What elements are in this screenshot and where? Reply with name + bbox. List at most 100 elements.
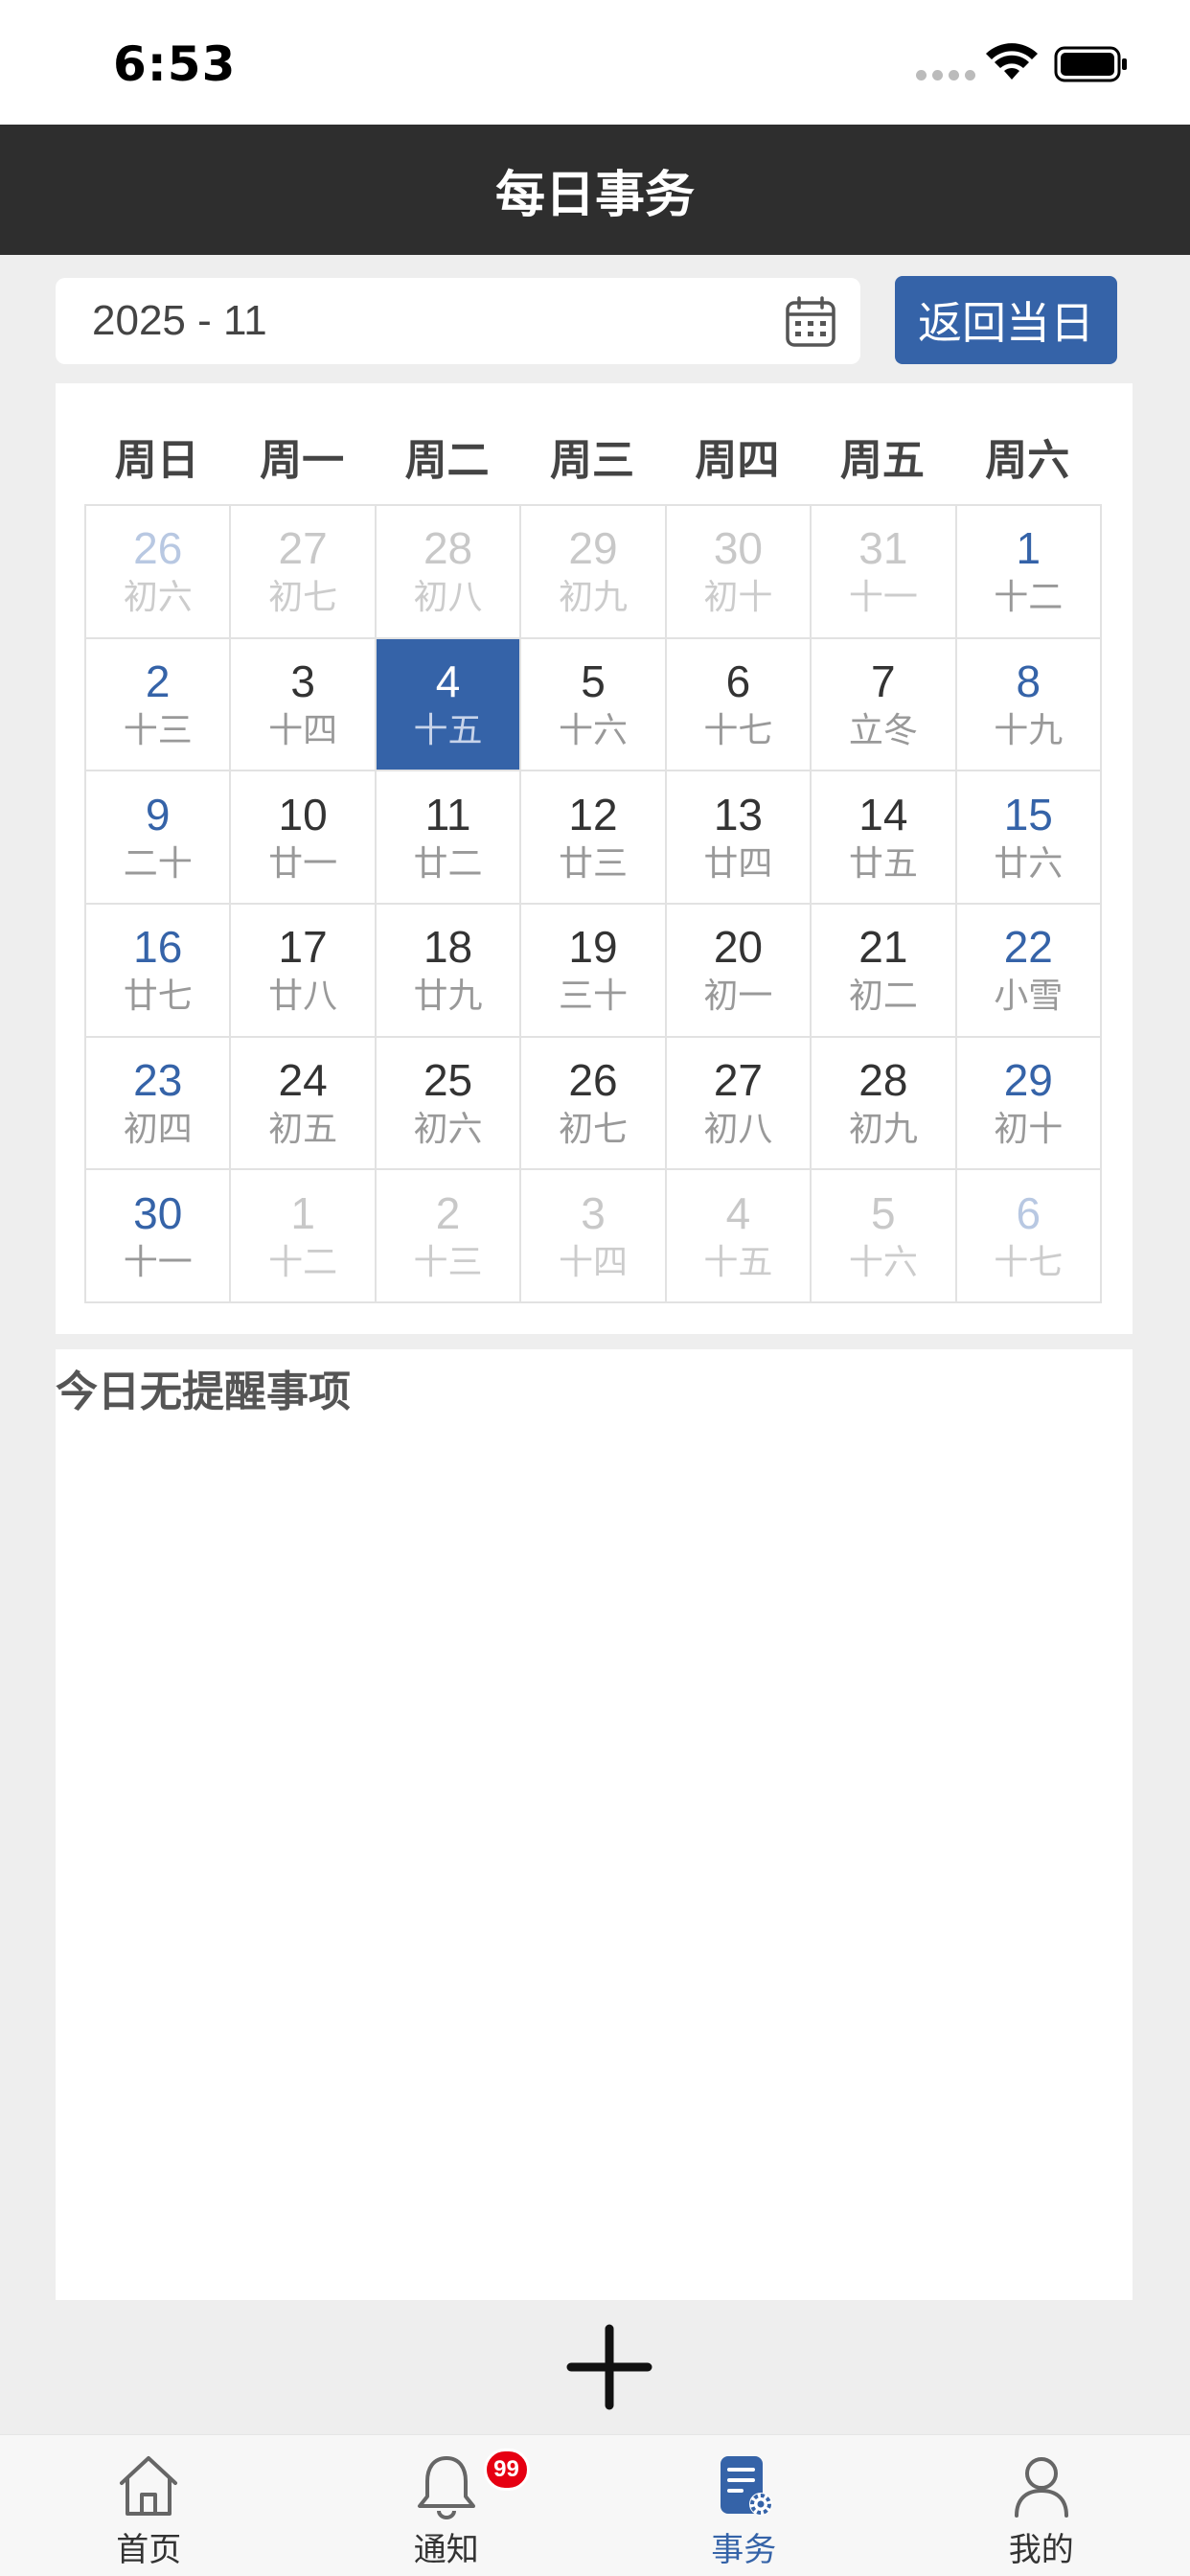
calendar-day[interactable]: 25 初六 <box>376 1037 522 1171</box>
calendar-day[interactable]: 11 廿二 <box>376 771 522 905</box>
day-number: 4 <box>725 1187 751 1238</box>
tab-profile[interactable]: 我的 <box>893 2435 1190 2576</box>
reminder-list: 今日无提醒事项 <box>56 1349 1133 2300</box>
notification-badge: 99 <box>483 2449 530 2491</box>
day-number: 16 <box>133 922 183 973</box>
lunar-date: 初十 <box>703 578 773 618</box>
home-icon <box>120 2456 178 2516</box>
day-number: 7 <box>871 656 896 706</box>
lunar-date: 十九 <box>994 710 1064 750</box>
calendar-day[interactable]: 21 初二 <box>812 905 957 1038</box>
calendar-day[interactable]: 17 廿八 <box>231 905 377 1038</box>
day-number: 30 <box>133 1187 183 1238</box>
calendar: 周日 周一 周二 周三 周四 周五 周六 26 初六 27 初七 28 初八 29 初九 30 初… <box>56 383 1133 1334</box>
day-number: 13 <box>713 789 763 840</box>
day-number: 28 <box>423 523 473 574</box>
calendar-day[interactable]: 3 十四 <box>521 1170 667 1303</box>
back-to-today-button[interactable]: 返回当日 <box>895 276 1117 364</box>
day-number: 6 <box>725 656 751 706</box>
calendar-day[interactable]: 16 廿七 <box>86 905 232 1038</box>
calendar-day[interactable]: 1 十二 <box>956 506 1102 639</box>
calendar-day[interactable]: 30 初十 <box>666 506 812 639</box>
day-number: 22 <box>1003 922 1053 973</box>
day-number: 26 <box>133 523 183 574</box>
calendar-day[interactable]: 15 廿六 <box>956 771 1102 905</box>
page-title: 每日事务 <box>494 166 695 224</box>
day-number: 30 <box>713 523 763 574</box>
calendar-day[interactable]: 6 十七 <box>666 638 812 772</box>
weekday-label: 周二 <box>404 436 490 485</box>
calendar-icon[interactable] <box>784 295 837 349</box>
calendar-day[interactable]: 27 初七 <box>231 506 377 639</box>
calendar-day[interactable]: 20 初一 <box>666 905 812 1038</box>
calendar-day[interactable]: 12 廿三 <box>521 771 667 905</box>
status-bar: 6:53 <box>0 0 1190 125</box>
empty-reminder-message: 今日无提醒事项 <box>56 1368 351 1416</box>
calendar-day[interactable]: 2 十三 <box>376 1170 522 1303</box>
lunar-date: 初九 <box>558 578 628 618</box>
lunar-date: 廿九 <box>413 977 483 1017</box>
add-reminder-button[interactable] <box>561 2319 657 2415</box>
weekday-label: 周五 <box>839 436 925 485</box>
calendar-day-selected[interactable]: 4 十五 <box>376 638 522 772</box>
lunar-date: 廿三 <box>558 843 628 884</box>
tab-tasks[interactable]: 事务 <box>595 2435 893 2576</box>
weekday-header: 周日 周一 周二 周三 周四 周五 周六 <box>84 412 1100 500</box>
calendar-day[interactable]: 8 十九 <box>956 638 1102 772</box>
calendar-day[interactable]: 5 十六 <box>812 1170 957 1303</box>
tab-notifications[interactable]: 通知 99 <box>298 2435 596 2576</box>
calendar-day[interactable]: 2 十三 <box>86 638 232 772</box>
calendar-day[interactable]: 1 十二 <box>231 1170 377 1303</box>
calendar-day[interactable]: 26 初六 <box>86 506 232 639</box>
day-number: 1 <box>1016 523 1041 574</box>
calendar-day[interactable]: 28 初八 <box>376 506 522 639</box>
calendar-day[interactable]: 24 初五 <box>231 1037 377 1171</box>
calendar-day[interactable]: 4 十五 <box>666 1170 812 1303</box>
calendar-day[interactable]: 3 十四 <box>231 638 377 772</box>
lunar-date: 十三 <box>413 1242 483 1282</box>
lunar-date: 廿六 <box>994 843 1064 884</box>
day-number: 3 <box>290 656 315 706</box>
user-icon <box>1014 2457 1068 2518</box>
day-number: 19 <box>568 922 618 973</box>
tab-home[interactable]: 首页 <box>0 2435 298 2576</box>
lunar-date: 初四 <box>123 1109 193 1149</box>
calendar-day[interactable]: 27 初八 <box>666 1037 812 1171</box>
day-number: 2 <box>435 1187 461 1238</box>
lunar-date: 十六 <box>848 1242 918 1282</box>
lunar-date: 初八 <box>413 578 483 618</box>
nav-bar: 每日事务 <box>0 125 1190 255</box>
calendar-day[interactable]: 29 初十 <box>956 1037 1102 1171</box>
lunar-date: 十一 <box>848 578 918 618</box>
calendar-day[interactable]: 28 初九 <box>812 1037 957 1171</box>
day-number: 6 <box>1016 1187 1041 1238</box>
day-number: 5 <box>871 1187 896 1238</box>
calendar-day[interactable]: 26 初七 <box>521 1037 667 1171</box>
lunar-date: 初二 <box>848 977 918 1017</box>
calendar-day[interactable]: 18 廿九 <box>376 905 522 1038</box>
calendar-day[interactable]: 13 廿四 <box>666 771 812 905</box>
calendar-day[interactable]: 23 初四 <box>86 1037 232 1171</box>
calendar-day[interactable]: 19 三十 <box>521 905 667 1038</box>
calendar-day[interactable]: 14 廿五 <box>812 771 957 905</box>
lunar-date: 十四 <box>268 710 338 750</box>
day-number: 29 <box>1003 1054 1053 1105</box>
calendar-day[interactable]: 9 二十 <box>86 771 232 905</box>
calendar-day[interactable]: 7 立冬 <box>812 638 957 772</box>
day-number: 25 <box>423 1054 473 1105</box>
calendar-day[interactable]: 6 十七 <box>956 1170 1102 1303</box>
calendar-day[interactable]: 31 十一 <box>812 506 957 639</box>
calendar-day[interactable]: 5 十六 <box>521 638 667 772</box>
tab-label: 首页 <box>116 2531 182 2569</box>
calendar-day[interactable]: 30 十一 <box>86 1170 232 1303</box>
month-picker-field[interactable]: 2025 - 11 <box>56 278 860 364</box>
lunar-date: 立冬 <box>848 710 918 750</box>
calendar-day[interactable]: 29 初九 <box>521 506 667 639</box>
lunar-date: 初七 <box>268 578 338 618</box>
day-number: 18 <box>423 922 473 973</box>
lunar-date: 初十 <box>994 1109 1064 1149</box>
calendar-day[interactable]: 10 廿一 <box>231 771 377 905</box>
lunar-date: 廿二 <box>413 843 483 884</box>
calendar-day[interactable]: 22 小雪 <box>956 905 1102 1038</box>
day-number: 1 <box>290 1187 315 1238</box>
